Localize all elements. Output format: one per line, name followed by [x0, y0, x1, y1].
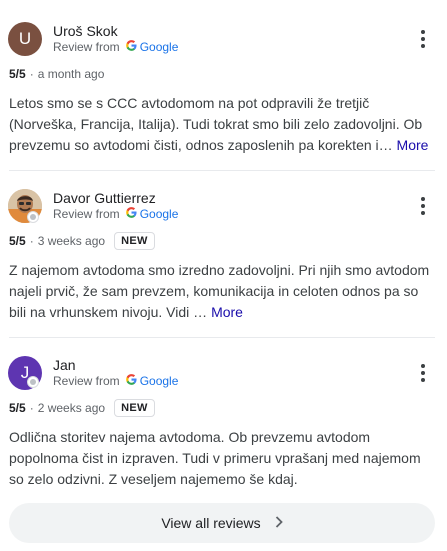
review-source: Review from Google [53, 374, 178, 388]
view-all-reviews-button[interactable]: View all reviews [9, 503, 435, 543]
rating: 5/5 [9, 234, 26, 248]
reviewer-name[interactable]: Jan [53, 357, 76, 373]
local-guide-badge-icon [27, 211, 39, 223]
reviewer-name[interactable]: Uroš Skok [53, 23, 118, 39]
new-badge: NEW [114, 232, 155, 250]
review-text-content: Letos smo se s CCC avtodomom na pot odpr… [9, 95, 423, 153]
avatar-letter: U [18, 29, 32, 48]
more-options-icon[interactable] [414, 28, 432, 50]
source-name: Google [139, 207, 179, 221]
more-options-icon[interactable] [414, 195, 432, 217]
review-source: Review from Google [53, 207, 178, 221]
separator: · [29, 234, 34, 248]
source-prefix: Review from [53, 374, 120, 388]
review-meta: 5/5 · a month ago [9, 64, 104, 84]
google-g-icon [125, 207, 137, 221]
source-prefix: Review from [53, 40, 120, 54]
google-g-icon [125, 40, 137, 54]
review-text: Letos smo se s CCC avtodomom na pot odpr… [9, 93, 439, 156]
rating: 5/5 [9, 67, 26, 81]
review-text-content: Odlična storitev najema avtodoma. Ob pre… [9, 429, 421, 487]
review-card: Davor Guttierrez Review from Google 5/5 … [0, 170, 447, 337]
view-all-label: View all reviews [161, 515, 261, 531]
google-g-icon [125, 374, 137, 388]
chevron-right-icon [275, 515, 283, 532]
source-name: Google [139, 374, 179, 388]
review-meta: 5/5 · 3 weeks ago NEW [9, 231, 155, 251]
review-meta: 5/5 · 2 weeks ago NEW [9, 398, 155, 418]
review-card: J Jan Review from Google 5/5 · 2 weeks a… [0, 337, 447, 497]
source-prefix: Review from [53, 207, 120, 221]
more-link[interactable]: More [397, 137, 429, 153]
review-time: a month ago [37, 67, 105, 81]
separator: · [29, 401, 34, 415]
review-source: Review from Google [53, 40, 178, 54]
separator: · [29, 67, 34, 81]
review-time: 2 weeks ago [37, 401, 106, 415]
review-card: U Uroš Skok Review from Google 5/5 · a m… [0, 0, 447, 170]
avatar[interactable]: U [8, 22, 42, 56]
reviewer-name[interactable]: Davor Guttierrez [53, 190, 156, 206]
new-badge: NEW [114, 399, 155, 417]
more-options-icon[interactable] [414, 362, 432, 384]
review-text: Z najemom avtodoma smo izredno zadovoljn… [9, 260, 439, 323]
more-link[interactable]: More [211, 304, 243, 320]
local-guide-badge-icon [27, 376, 39, 388]
rating: 5/5 [9, 401, 26, 415]
review-text: Odlična storitev najema avtodoma. Ob pre… [9, 427, 439, 490]
review-time: 3 weeks ago [37, 234, 106, 248]
source-name: Google [139, 40, 179, 54]
